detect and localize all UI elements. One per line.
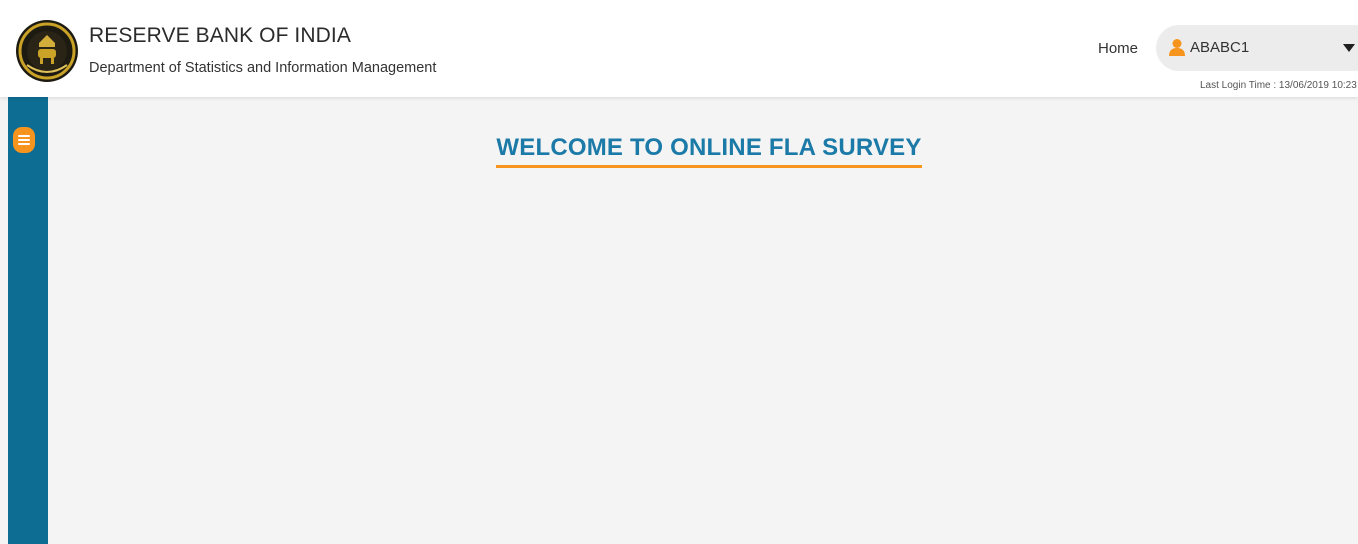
top-header: RESERVE BANK OF INDIA Department of Stat… [0,0,1358,97]
last-login-time: Last Login Time : 13/06/2019 10:23 [1200,80,1357,91]
org-title: RESERVE BANK OF INDIA [89,24,351,47]
home-link[interactable]: Home [1098,40,1138,57]
welcome-banner: WELCOME TO ONLINE FLA SURVEY [0,134,1358,168]
caret-down-icon[interactable] [1343,44,1355,52]
username-label: ABABC1 [1190,39,1250,56]
page-title: WELCOME TO ONLINE FLA SURVEY [496,134,922,168]
user-menu-button[interactable]: ABABC1 [1156,25,1358,71]
rbi-emblem-icon [16,20,78,82]
user-icon [1169,39,1185,56]
org-subtitle: Department of Statistics and Information… [89,60,437,76]
